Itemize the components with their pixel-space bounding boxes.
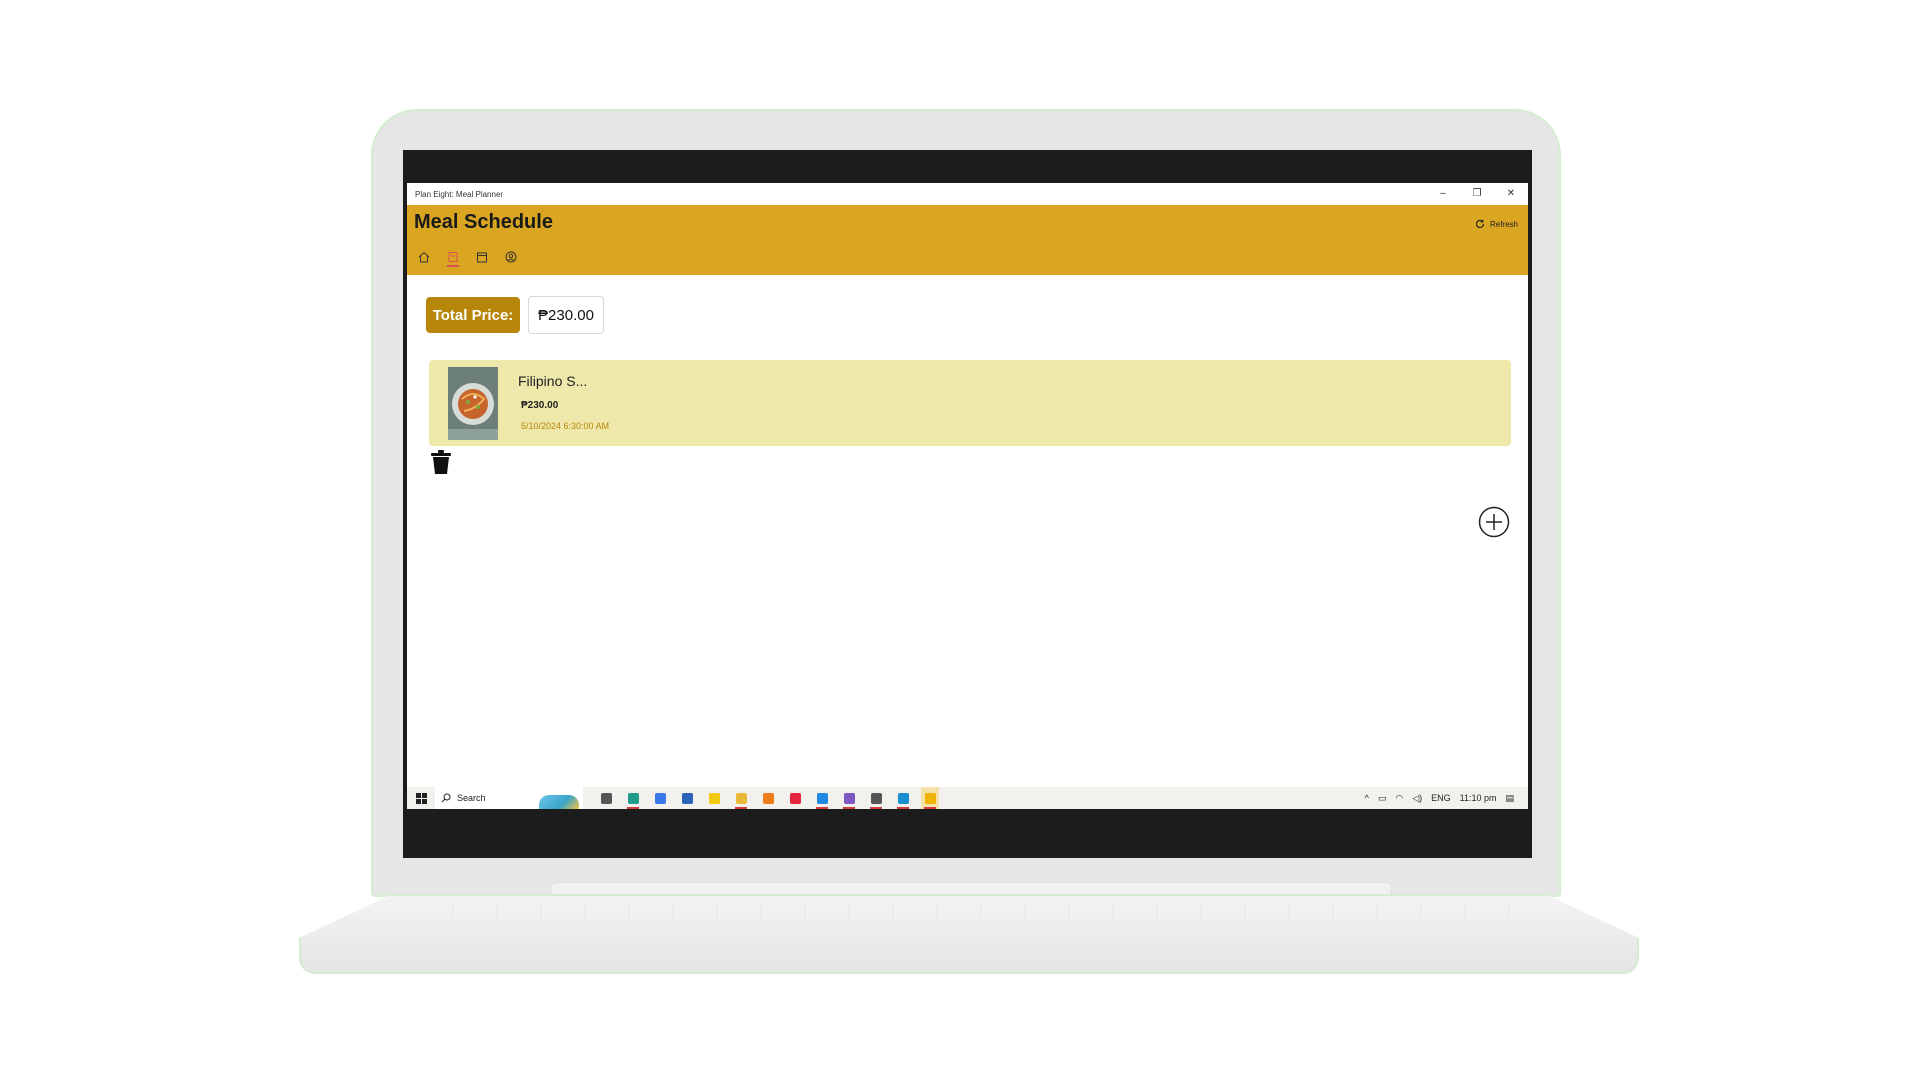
nav-bar	[416, 249, 519, 267]
app-screen: Plan Eight: Meal Planner – ❐ ✕ Meal Sche…	[407, 183, 1528, 816]
page-title: Meal Schedule	[414, 211, 553, 233]
meal-planner-icon	[924, 792, 936, 804]
vlc-icon	[762, 792, 774, 804]
taskbar-app-opera[interactable]	[786, 787, 804, 809]
chrome-icon	[654, 792, 666, 804]
total-price-label: Total Price:	[426, 297, 520, 333]
settings-icon	[870, 792, 882, 804]
taskbar-app-edge[interactable]	[624, 787, 642, 809]
edge-browser-icon	[897, 792, 909, 804]
wifi-icon[interactable]: ◠	[1395, 793, 1403, 804]
task-view-icon	[600, 792, 612, 804]
meal-price: ₱230.00	[521, 400, 559, 411]
taskbar-app-vlc[interactable]	[759, 787, 777, 809]
opera-icon	[789, 792, 801, 804]
edge-icon	[627, 792, 639, 804]
window-title: Plan Eight: Meal Planner	[415, 189, 504, 199]
visual-studio-icon	[843, 792, 855, 804]
minimize-button[interactable]: –	[1426, 183, 1460, 205]
taskbar-app-notes[interactable]	[705, 787, 723, 809]
system-tray: ^ ▭ ◠ ◁) ENG 11:10 pm ▤	[1365, 793, 1528, 804]
meal-card[interactable]: Filipino S... ₱230.00 5/10/2024 6:30:00 …	[429, 360, 1511, 446]
nav-calendar[interactable]	[474, 249, 490, 267]
laptop-keyboard	[410, 903, 1530, 919]
taskbar-app-file-explorer[interactable]	[732, 787, 750, 809]
add-circle-icon	[1478, 506, 1510, 538]
file-explorer-icon	[735, 792, 747, 804]
vscode-icon	[816, 792, 828, 804]
title-bar: Plan Eight: Meal Planner – ❐ ✕	[407, 183, 1528, 205]
main-content: Total Price: ₱230.00 Filipino S... ₱230.…	[407, 275, 1528, 787]
meal-name: Filipino S...	[518, 373, 588, 389]
taskbar-search[interactable]: Search	[435, 787, 583, 809]
battery-icon[interactable]: ▭	[1378, 793, 1387, 804]
volume-icon[interactable]: ◁)	[1412, 793, 1422, 804]
restore-button[interactable]: ❐	[1460, 183, 1494, 205]
taskbar-app-meal-planner[interactable]	[921, 787, 939, 809]
nav-profile[interactable]	[503, 249, 519, 267]
taskbar-app-store[interactable]	[678, 787, 696, 809]
notes-icon	[708, 792, 720, 804]
search-icon	[441, 793, 451, 803]
taskbar-apps	[597, 787, 939, 809]
nav-schedule[interactable]	[445, 249, 461, 267]
home-icon	[418, 251, 430, 263]
delete-meal-button[interactable]	[430, 449, 452, 475]
profile-icon	[505, 251, 517, 263]
notification-icon[interactable]: ▤	[1505, 793, 1514, 804]
meal-datetime: 5/10/2024 6:30:00 AM	[521, 421, 610, 431]
close-button[interactable]: ✕	[1494, 183, 1528, 205]
taskbar-app-chrome[interactable]	[651, 787, 669, 809]
start-button[interactable]	[407, 792, 435, 804]
taskbar-app-visual-studio[interactable]	[840, 787, 858, 809]
app-header: Meal Schedule Refresh	[407, 205, 1528, 275]
language-indicator[interactable]: ENG	[1431, 793, 1451, 803]
taskbar-app-settings[interactable]	[867, 787, 885, 809]
refresh-button[interactable]: Refresh	[1475, 219, 1518, 229]
bezel-strip	[407, 809, 1528, 816]
add-meal-button[interactable]	[1478, 506, 1510, 538]
refresh-label: Refresh	[1489, 219, 1518, 229]
taskbar-app-task-view[interactable]	[597, 787, 615, 809]
search-highlight-art	[539, 795, 579, 809]
refresh-icon	[1475, 219, 1485, 228]
taskbar-app-edge-browser[interactable]	[894, 787, 912, 809]
meal-thumbnail	[448, 367, 498, 440]
windows-icon	[415, 792, 427, 804]
chevron-up-icon[interactable]: ^	[1365, 793, 1369, 803]
trash-icon	[431, 450, 451, 474]
taskbar: Search ^ ▭ ◠ ◁) ENG 11:10 pm ▤	[407, 787, 1528, 809]
laptop-hinge	[550, 882, 1392, 896]
taskbar-app-vscode[interactable]	[813, 787, 831, 809]
calendar-icon	[477, 252, 487, 263]
total-price-value: ₱230.00	[528, 296, 604, 334]
schedule-icon	[448, 252, 458, 262]
search-placeholder: Search	[457, 793, 486, 803]
store-icon	[681, 792, 693, 804]
clock[interactable]: 11:10 pm	[1460, 793, 1497, 803]
nav-home[interactable]	[416, 249, 432, 267]
